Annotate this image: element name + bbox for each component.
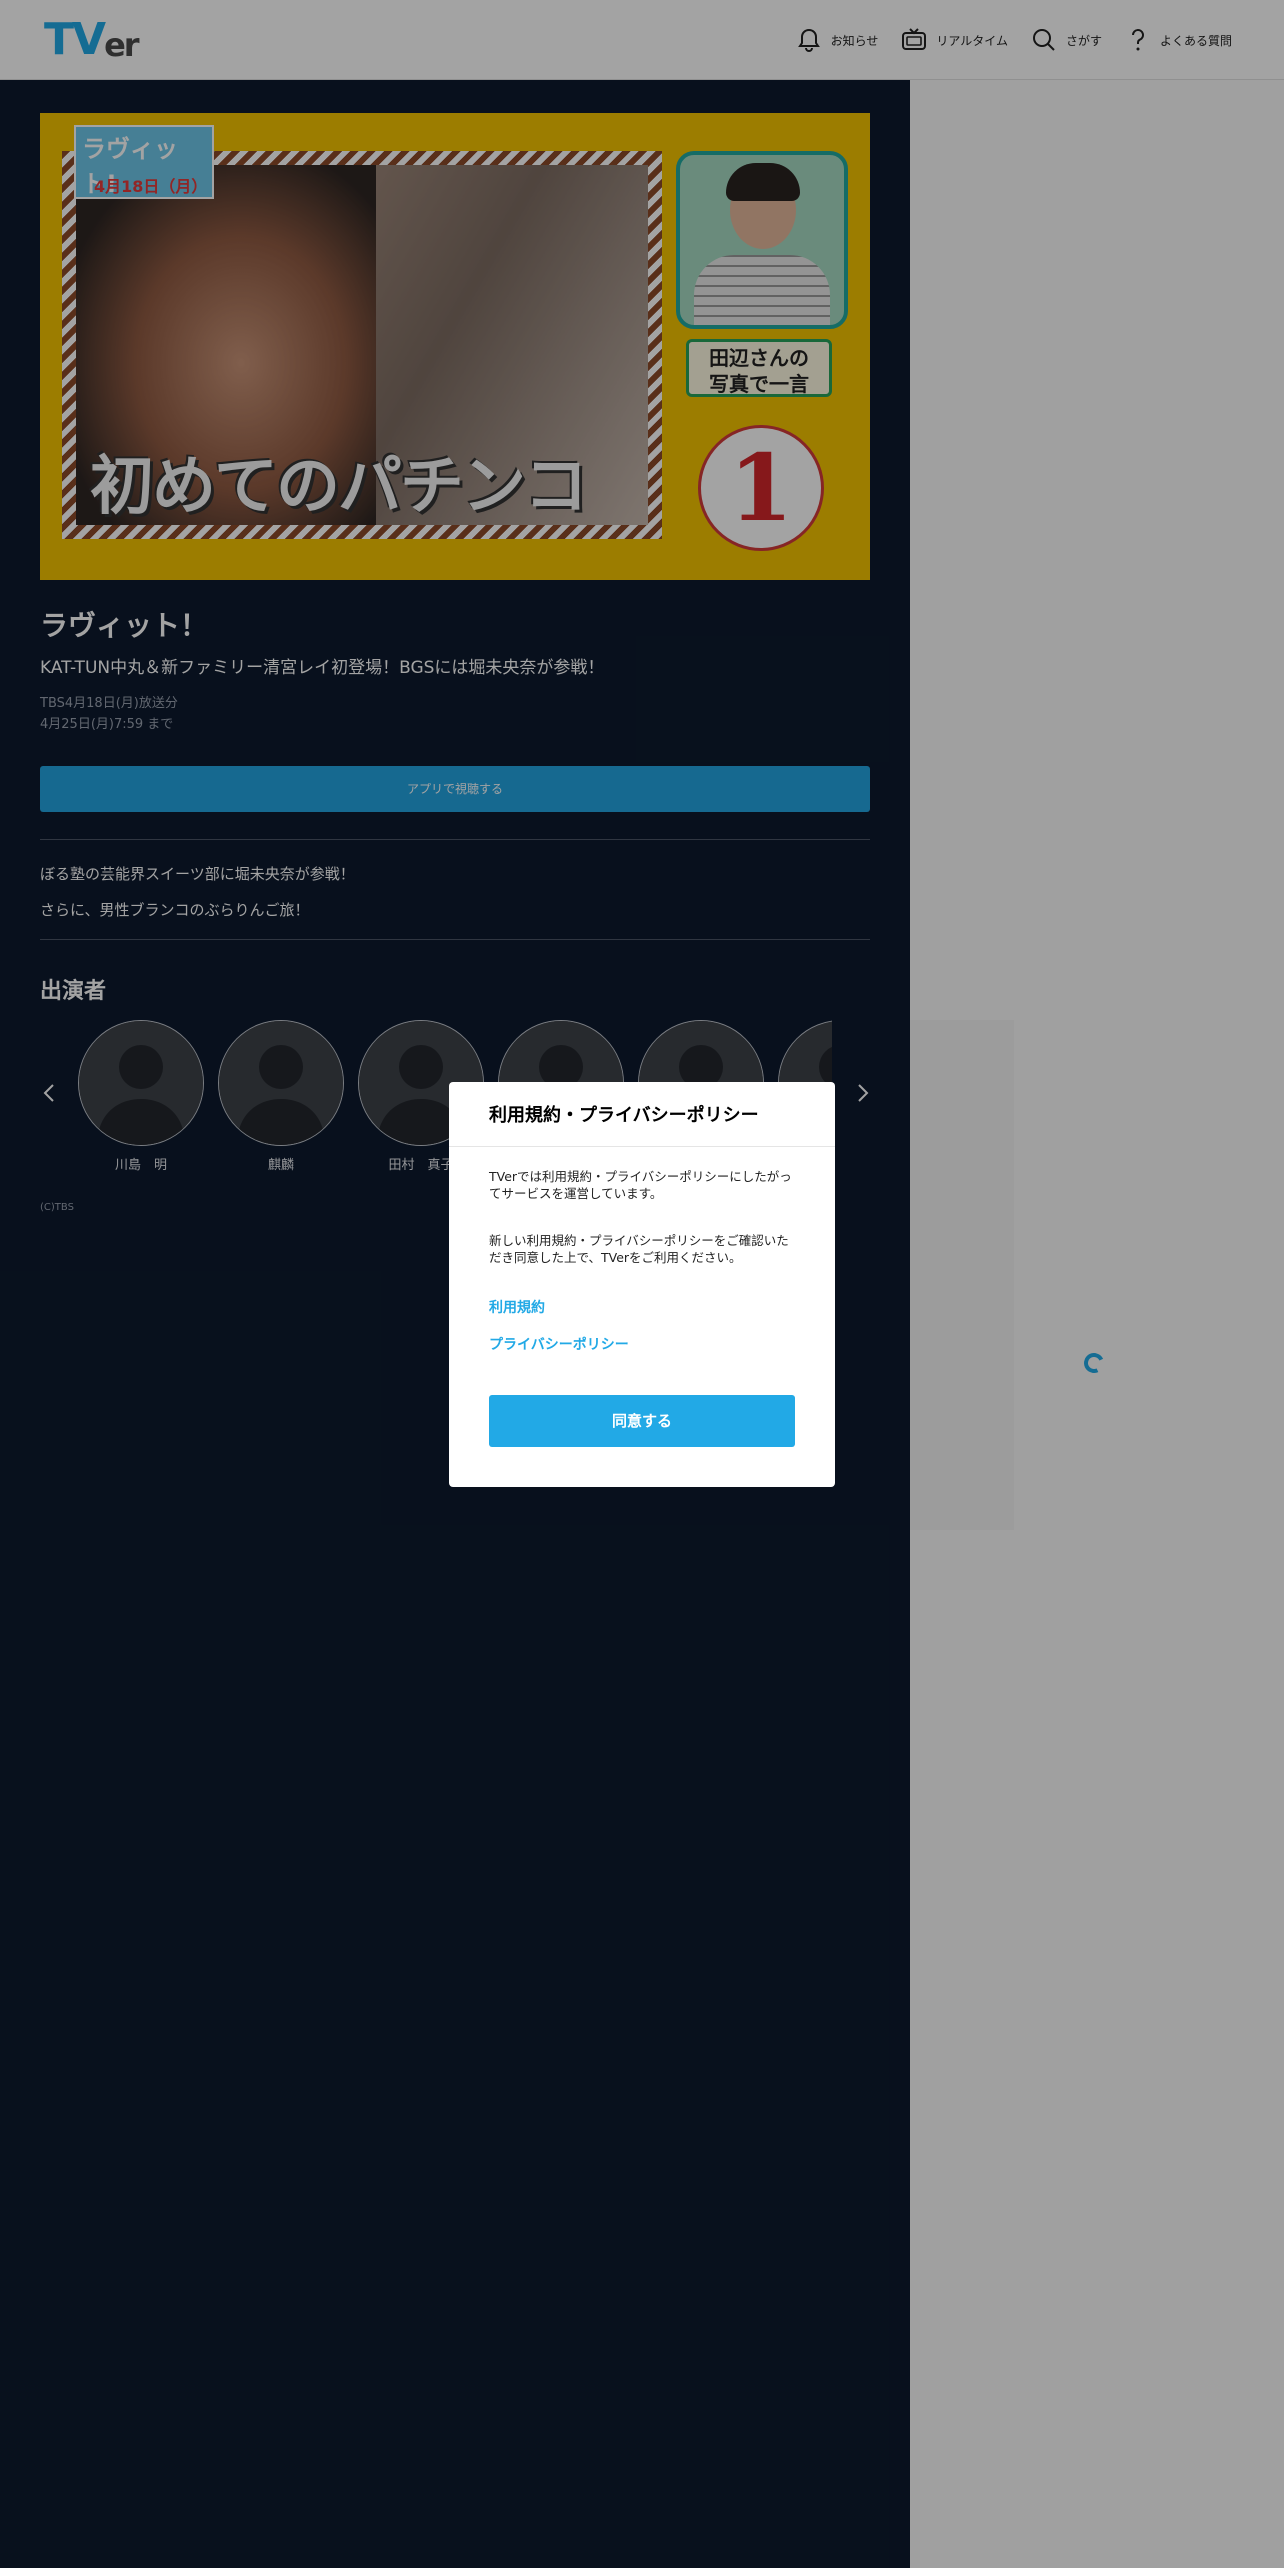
privacy-policy-link[interactable]: プライバシーポリシー (489, 1334, 629, 1354)
agree-button[interactable]: 同意する (489, 1395, 795, 1447)
modal-body-1: TVerでは利用規約・プライバシーポリシーにしたがってサービスを運営しています。 (489, 1169, 792, 1201)
modal-body-2: 新しい利用規約・プライバシーポリシーをご確認いただき同意した上で、TVerをご利… (489, 1233, 789, 1265)
terms-modal: 利用規約・プライバシーポリシー TVerでは利用規約・プライバシーポリシーにした… (449, 1082, 835, 1487)
terms-link[interactable]: 利用規約 (489, 1297, 545, 1317)
modal-divider (449, 1146, 835, 1147)
modal-title: 利用規約・プライバシーポリシー (489, 1105, 759, 1126)
